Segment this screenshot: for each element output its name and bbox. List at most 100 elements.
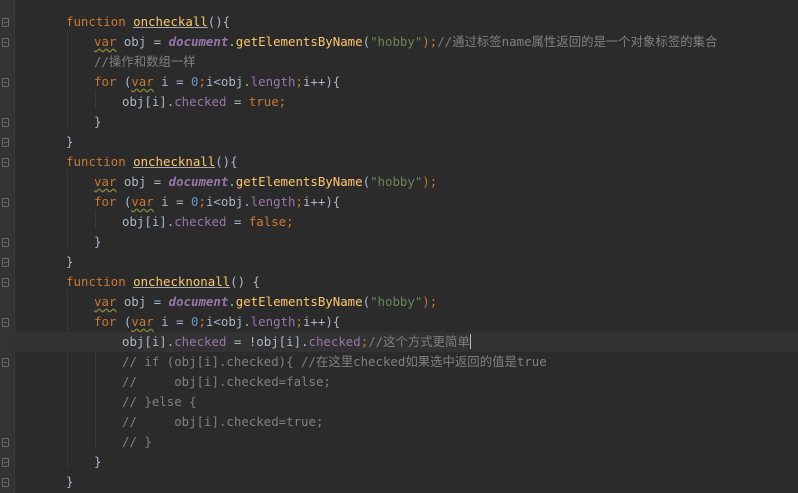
code-line[interactable]: obj[i].checked = true;: [14, 92, 798, 112]
code-token: document: [168, 174, 229, 189]
fold-marker-icon[interactable]: [2, 38, 9, 47]
code-token: );: [422, 34, 438, 49]
code-line[interactable]: // if (obj[i].checked){ //在这里checked如果选中…: [14, 352, 798, 372]
fold-marker-icon[interactable]: [2, 438, 9, 447]
code-token: checked: [174, 94, 227, 109]
code-line[interactable]: var obj = document.getElementsByName("ho…: [14, 172, 798, 192]
code-token: }: [94, 234, 102, 249]
code-line[interactable]: // obj[i].checked=true;: [14, 412, 798, 432]
code-token: // obj[i].checked=true;: [122, 414, 324, 429]
fold-marker-icon[interactable]: [2, 258, 9, 267]
editor-gutter: [0, 0, 15, 493]
fold-marker-icon[interactable]: [2, 478, 9, 487]
fold-marker-icon[interactable]: [2, 138, 9, 147]
code-token: // obj[i].checked=false;: [122, 374, 331, 389]
code-token: var: [94, 34, 117, 49]
code-token: length: [250, 314, 296, 329]
code-token: checked: [308, 334, 361, 349]
fold-marker-icon[interactable]: [2, 318, 9, 327]
code-token: (: [362, 174, 371, 189]
fold-marker-icon[interactable]: [2, 358, 9, 367]
code-token: function: [66, 154, 134, 169]
code-token: ;: [295, 194, 303, 209]
code-token: ;: [278, 94, 287, 109]
code-line[interactable]: function onchecknall(){: [14, 152, 798, 172]
code-token: var: [131, 314, 154, 329]
code-token: );: [422, 174, 438, 189]
fold-marker-icon[interactable]: [2, 278, 9, 287]
code-token: "hobby": [370, 294, 423, 309]
code-token: (: [362, 34, 371, 49]
code-line[interactable]: var obj = document.getElementsByName("ho…: [14, 292, 798, 312]
code-token: getElementsByName: [235, 174, 363, 189]
code-token: checked: [174, 334, 227, 349]
code-token: //这个方式更简单: [368, 334, 470, 349]
code-area[interactable]: function oncheckall(){var obj = document…: [14, 0, 798, 493]
code-token: ;: [295, 74, 303, 89]
code-token: // }: [122, 434, 152, 449]
code-token: () {: [230, 274, 260, 289]
code-token: (: [362, 294, 371, 309]
code-token: false: [248, 214, 287, 229]
code-token: var: [131, 74, 154, 89]
code-token: .: [228, 174, 236, 189]
fold-marker-icon[interactable]: [2, 238, 9, 247]
code-editor[interactable]: function oncheckall(){var obj = document…: [0, 0, 798, 493]
code-token: true: [248, 94, 279, 109]
code-token: }: [66, 134, 74, 149]
code-line[interactable]: }: [14, 132, 798, 152]
code-token: (){: [207, 14, 231, 29]
code-line[interactable]: function onchecknonall() {: [14, 272, 798, 292]
fold-marker-icon[interactable]: [2, 18, 9, 27]
code-token: .: [228, 34, 236, 49]
code-line[interactable]: obj[i].checked = false;: [14, 212, 798, 232]
code-line[interactable]: // obj[i].checked=false;: [14, 372, 798, 392]
code-token: // if (obj[i].checked){ //在这里checked如果选中…: [122, 354, 547, 369]
code-line[interactable]: }: [14, 452, 798, 472]
code-token: ;: [198, 314, 206, 329]
code-line[interactable]: var obj = document.getElementsByName("ho…: [14, 32, 798, 52]
code-line[interactable]: }: [14, 472, 798, 492]
code-token: getElementsByName: [235, 294, 363, 309]
code-token: "hobby": [370, 174, 423, 189]
code-token: "hobby": [370, 34, 423, 49]
code-line[interactable]: for (var i = 0;i<obj.length;i++){: [14, 72, 798, 92]
code-token: i<obj.: [205, 314, 251, 329]
code-token: (){: [215, 154, 238, 169]
code-token: ;: [198, 74, 206, 89]
code-token: // }else {: [122, 394, 197, 409]
code-token: oncheckall: [133, 14, 208, 29]
fold-marker-icon[interactable]: [2, 458, 9, 467]
fold-marker-icon[interactable]: [2, 118, 9, 127]
code-token: );: [422, 294, 438, 309]
code-line[interactable]: // }: [14, 432, 798, 452]
fold-marker-icon[interactable]: [2, 158, 9, 167]
code-token: i++){: [302, 74, 341, 89]
code-token: onchecknall: [133, 154, 216, 169]
fold-marker-icon[interactable]: [2, 78, 9, 87]
code-line[interactable]: // }else {: [14, 392, 798, 412]
code-line[interactable]: }: [14, 112, 798, 132]
code-token: for: [94, 194, 117, 209]
code-token: function: [66, 274, 134, 289]
code-line[interactable]: for (var i = 0;i<obj.length;i++){: [14, 312, 798, 332]
code-token: .: [228, 294, 236, 309]
code-token: length: [250, 74, 296, 89]
code-token: i<obj.: [205, 194, 251, 209]
code-token: i++){: [302, 194, 341, 209]
code-line[interactable]: }: [14, 232, 798, 252]
code-token: = !obj[i].: [226, 334, 309, 349]
code-line[interactable]: for (var i = 0;i<obj.length;i++){: [14, 192, 798, 212]
code-token: obj =: [116, 294, 169, 309]
code-line[interactable]: //操作和数组一样: [14, 52, 798, 72]
code-token: i++){: [302, 314, 341, 329]
code-token: obj =: [116, 34, 169, 49]
code-line[interactable]: }: [14, 252, 798, 272]
code-line[interactable]: function oncheckall(){: [14, 12, 798, 32]
code-token: document: [168, 34, 229, 49]
code-token: //操作和数组一样: [94, 54, 196, 69]
code-token: document: [168, 294, 229, 309]
code-token: obj =: [116, 174, 169, 189]
code-line-current[interactable]: obj[i].checked = !obj[i].checked;//这个方式更…: [14, 332, 798, 352]
fold-marker-icon[interactable]: [2, 198, 9, 207]
